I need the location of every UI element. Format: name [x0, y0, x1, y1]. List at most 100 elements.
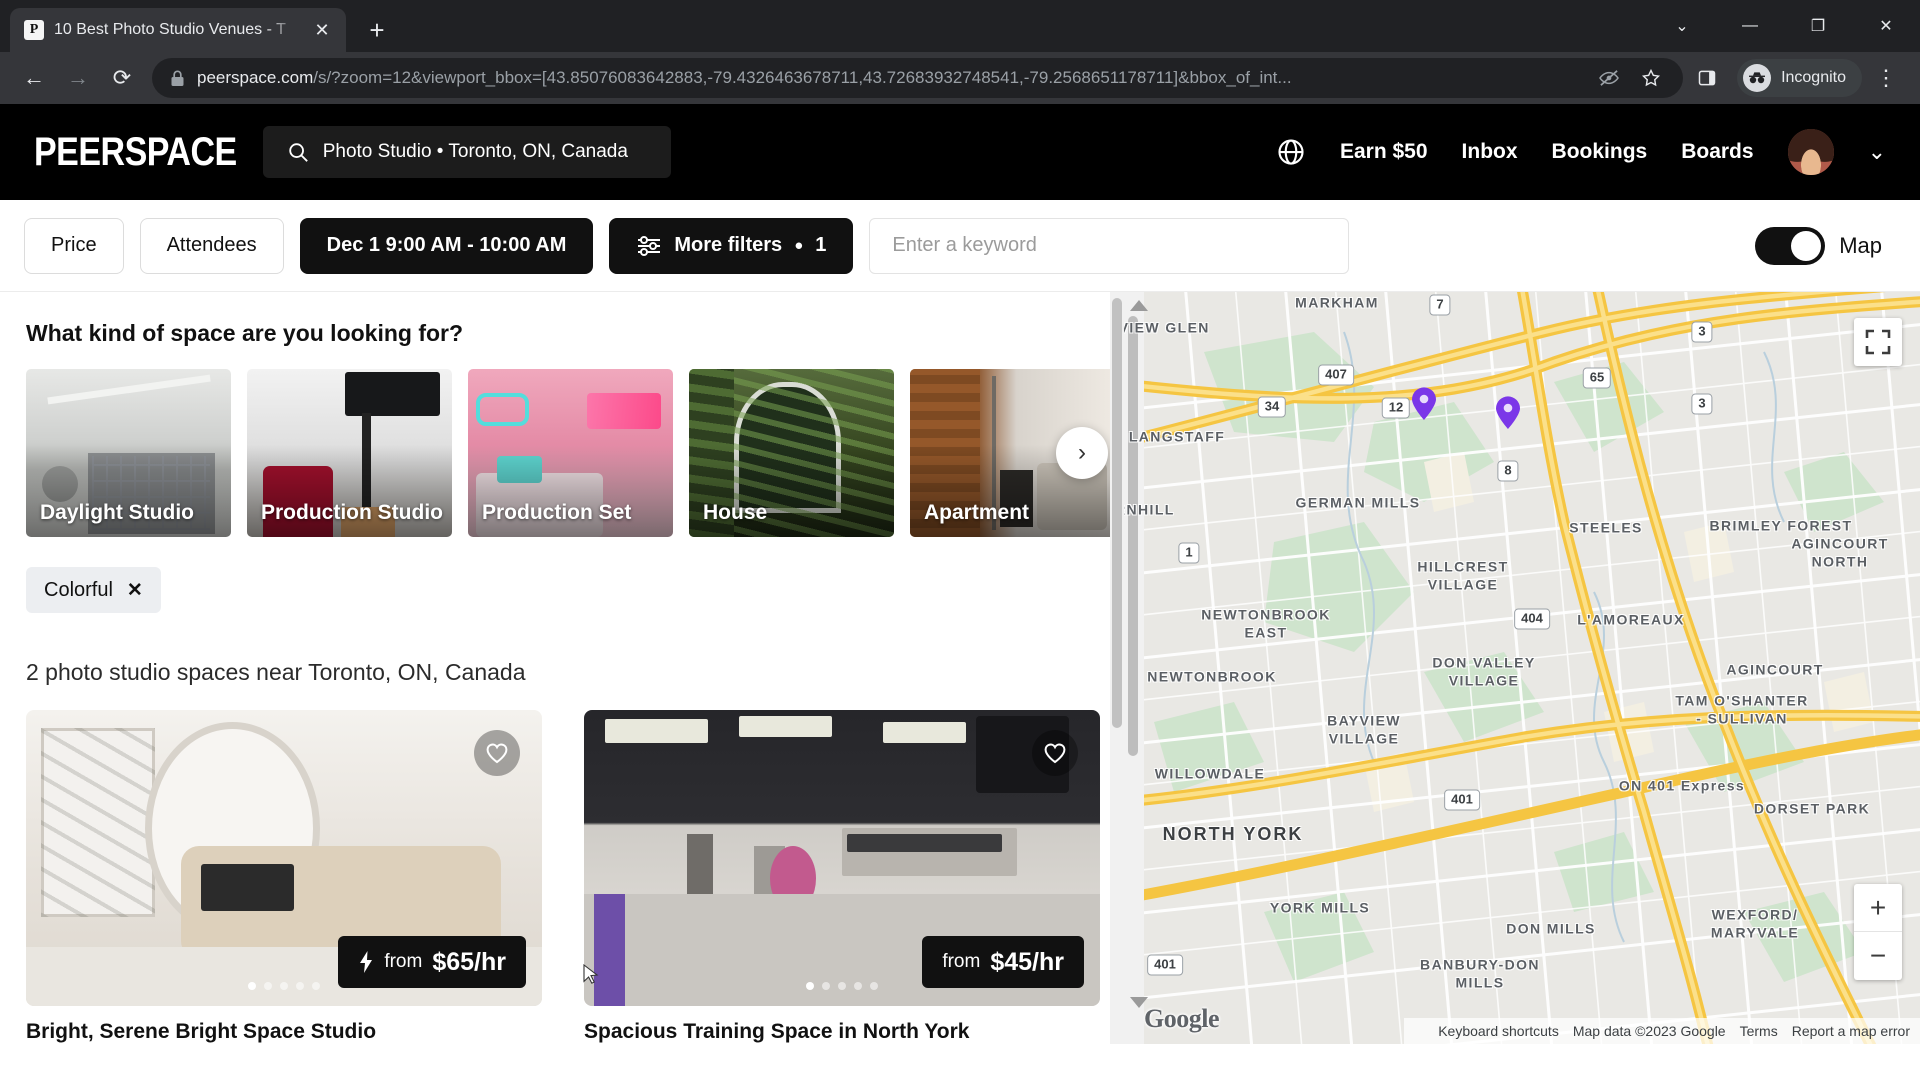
heart-icon [486, 743, 508, 764]
image-carousel-dots[interactable] [248, 982, 320, 990]
minimize-button[interactable]: — [1716, 0, 1784, 52]
favorite-button[interactable] [474, 730, 520, 776]
scroll-up-arrow-icon[interactable] [1130, 300, 1148, 311]
forward-icon[interactable]: → [58, 58, 98, 98]
results-scrollbar[interactable] [1110, 292, 1124, 1044]
map-scrollbar-thumb[interactable] [1128, 316, 1138, 756]
peerspace-logo[interactable]: PEERSPACE [34, 129, 237, 175]
carousel-dot[interactable] [248, 982, 256, 990]
keyboard-shortcuts-link[interactable]: Keyboard shortcuts [1438, 1023, 1559, 1039]
favorite-button[interactable] [1032, 730, 1078, 776]
listing-card[interactable]: from $65/hr Bright, Serene Bright Space … [26, 710, 542, 1044]
carousel-dot[interactable] [854, 982, 862, 990]
listing-card[interactable]: from $45/hr Spacious Training Space in N… [584, 710, 1100, 1044]
carousel-dot[interactable] [806, 982, 814, 990]
close-icon[interactable]: ✕ [127, 579, 143, 602]
mouse-cursor [583, 964, 599, 984]
map-pin[interactable] [1495, 396, 1521, 430]
listing-image[interactable]: from $45/hr [584, 710, 1100, 1006]
chevron-down-icon[interactable]: ⌄ [1868, 139, 1886, 165]
close-icon[interactable]: ✕ [310, 18, 334, 42]
map-area-label: STEELES [1569, 519, 1643, 536]
report-map-error-link[interactable]: Report a map error [1792, 1023, 1910, 1039]
map-area-label: GERMAN MILLS [1295, 494, 1421, 511]
carousel-dot[interactable] [870, 982, 878, 990]
more-filters-button[interactable]: More filters ● 1 [609, 217, 854, 274]
carousel-dot[interactable] [822, 982, 830, 990]
url-text: peerspace.com/s/?zoom=12&viewport_bbox=[… [197, 68, 1577, 88]
nav-boards[interactable]: Boards [1681, 140, 1753, 164]
sliders-icon [638, 235, 661, 256]
map-area-label: NEWTONBROOK EAST [1201, 606, 1331, 641]
scrollbar-thumb[interactable] [1112, 298, 1122, 728]
maximize-button[interactable]: ❐ [1784, 0, 1852, 52]
bookmark-star-icon[interactable] [1631, 58, 1671, 98]
back-icon[interactable]: ← [14, 58, 54, 98]
filter-bar: Price Attendees Dec 1 9:00 AM - 10:00 AM… [0, 200, 1920, 292]
map-fullscreen-button[interactable] [1854, 318, 1902, 366]
carousel-dot[interactable] [296, 982, 304, 990]
route-shield: 1 [1178, 542, 1200, 564]
route-shield: 3 [1691, 393, 1713, 415]
map-area-label: TAM O'SHANTER - SULLIVAN [1675, 692, 1809, 727]
url-path: /s/?zoom=12&viewport_bbox=[43.8507608364… [313, 68, 1292, 87]
carousel-dot[interactable] [838, 982, 846, 990]
results-count: 2 photo studio spaces near Toronto, ON, … [26, 659, 526, 685]
map-area-label: AGINCOURT NORTH [1791, 535, 1889, 570]
globe-icon[interactable] [1276, 137, 1306, 167]
nav-earn-50[interactable]: Earn $50 [1340, 140, 1428, 164]
route-shield: 3 [1691, 321, 1713, 343]
reload-icon[interactable]: ⟳ [102, 58, 142, 98]
map-area-label: LANGSTAFF [1128, 428, 1226, 445]
route-shield: 404 [1514, 608, 1550, 630]
map-data-copyright: Map data ©2023 Google [1572, 1023, 1726, 1039]
site-header: PEERSPACE Photo Studio • Toronto, ON, Ca… [0, 104, 1920, 200]
category-card-production-set[interactable]: Production Set [468, 369, 673, 537]
map-pin[interactable] [1411, 387, 1437, 421]
route-shield: 34 [1257, 396, 1287, 418]
chevron-down-icon[interactable]: ⌄ [1648, 0, 1716, 52]
category-card-daylight-studio[interactable]: Daylight Studio [26, 369, 231, 537]
carousel-dot[interactable] [312, 982, 320, 990]
close-window-button[interactable]: ✕ [1852, 0, 1920, 52]
heart-icon [1044, 743, 1066, 764]
map-panel[interactable]: DOWNTOWNMARKHAM BAYVIEW GLEN LANGSTAFF THOR… [1124, 292, 1920, 1044]
attendees-filter-button[interactable]: Attendees [139, 217, 284, 274]
avatar[interactable] [1787, 129, 1834, 175]
listing-image[interactable]: from $65/hr [26, 710, 542, 1006]
terms-link[interactable]: Terms [1740, 1023, 1778, 1039]
applied-filters: Colorful ✕ [26, 567, 1090, 613]
category-card-production-studio[interactable]: Production Studio [247, 369, 452, 537]
tab-strip: P 10 Best Photo Studio Venues - T ✕ + ⌄ … [0, 0, 1920, 52]
main-content: What kind of space are you looking for? … [0, 292, 1920, 1044]
address-bar[interactable]: peerspace.com/s/?zoom=12&viewport_bbox=[… [152, 58, 1684, 98]
keyword-input[interactable]: Enter a keyword [869, 217, 1350, 274]
applied-filter-chip-colorful[interactable]: Colorful ✕ [26, 567, 161, 613]
map-left-scrollbar[interactable] [1124, 292, 1144, 1044]
browser-tab[interactable]: P 10 Best Photo Studio Venues - T ✕ [10, 8, 346, 52]
category-card-house[interactable]: House [689, 369, 894, 537]
google-logo: Google [1144, 1004, 1220, 1033]
date-time-filter-button[interactable]: Dec 1 9:00 AM - 10:00 AM [299, 217, 594, 274]
profile-label: Incognito [1781, 69, 1846, 86]
hide-tracking-icon[interactable] [1589, 58, 1629, 98]
carousel-dot[interactable] [280, 982, 288, 990]
search-icon [289, 143, 308, 162]
price-filter-button[interactable]: Price [24, 217, 124, 274]
side-panel-icon[interactable] [1687, 58, 1727, 98]
map-zoom-in-button[interactable]: + [1854, 884, 1902, 932]
nav-inbox[interactable]: Inbox [1462, 140, 1518, 164]
location-search-field[interactable]: Photo Studio • Toronto, ON, Canada [262, 126, 671, 178]
carousel-dot[interactable] [264, 982, 272, 990]
category-label: House [703, 501, 768, 524]
keyword-placeholder: Enter a keyword [892, 234, 1037, 256]
browser-menu-icon[interactable]: ⋮ [1866, 58, 1906, 98]
new-tab-button[interactable]: + [360, 13, 394, 47]
map-toggle[interactable] [1755, 226, 1826, 265]
map-zoom-out-button[interactable]: − [1854, 932, 1902, 980]
incognito-profile-chip[interactable]: Incognito [1737, 59, 1862, 97]
category-carousel: Daylight Studio Production Studio Produc… [26, 369, 1115, 537]
nav-bookings[interactable]: Bookings [1552, 140, 1648, 164]
image-carousel-dots[interactable] [806, 982, 878, 990]
carousel-next-button[interactable]: › [1056, 427, 1108, 479]
